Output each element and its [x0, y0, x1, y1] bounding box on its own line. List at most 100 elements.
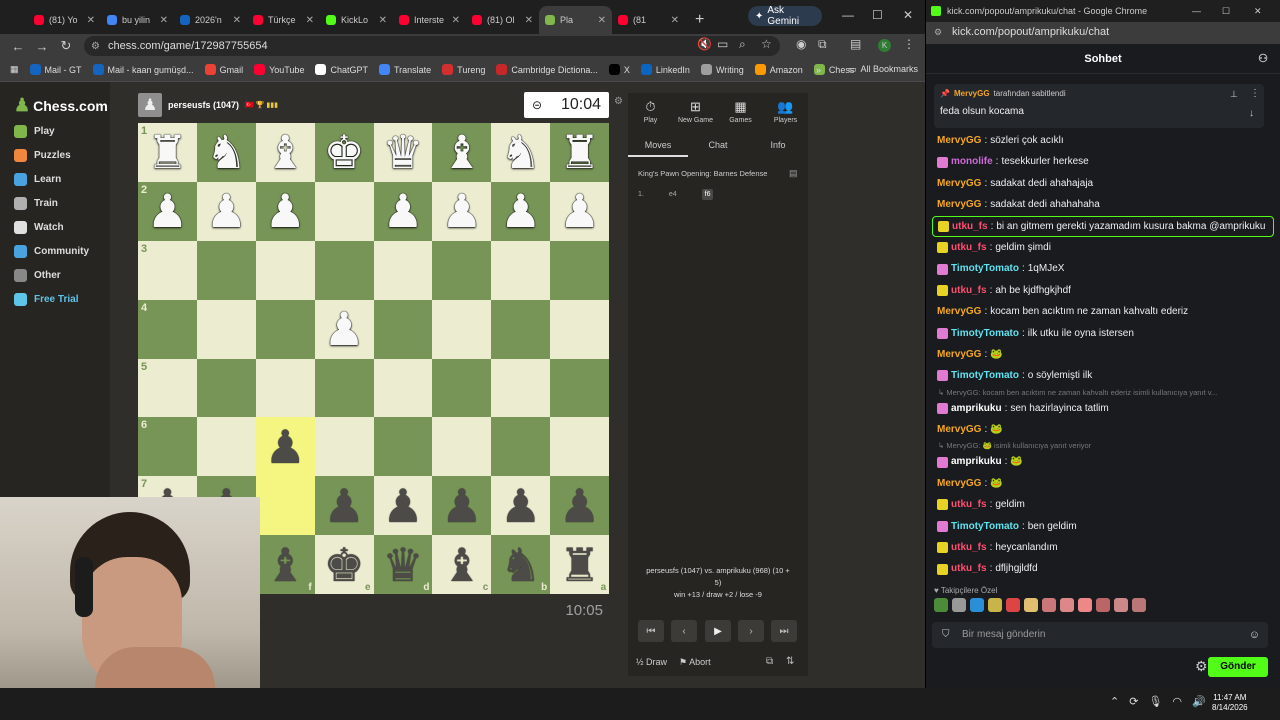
board-square[interactable] [432, 358, 492, 418]
browser-tab[interactable]: (81 ✕ [612, 6, 685, 34]
tab-close-icon[interactable]: ✕ [452, 15, 460, 26]
emote[interactable] [1132, 598, 1146, 612]
board-square[interactable] [196, 417, 256, 477]
abort-button[interactable]: ⚑ Abort [679, 657, 711, 668]
next-move-button[interactable]: › [738, 620, 764, 642]
bookmark[interactable]: ChatGPT [315, 64, 368, 75]
chat-username[interactable]: amprikuku [951, 451, 1002, 472]
chess-logo[interactable]: ♟ Chess.com [14, 95, 108, 116]
first-move-button[interactable]: ⏮ [638, 620, 664, 642]
chess-piece[interactable]: ♞ [500, 129, 541, 175]
tab-close-icon[interactable]: ✕ [671, 15, 679, 26]
sidebar-item-play[interactable]: Play [14, 125, 55, 138]
board-square[interactable]: 3 [138, 240, 197, 300]
board-square[interactable]: ♝ [255, 123, 315, 182]
chess-piece[interactable]: ♟ [265, 424, 306, 470]
board-square[interactable] [314, 417, 374, 477]
chess-piece[interactable]: ♟ [323, 483, 364, 529]
chat-username[interactable]: MervyGG [937, 130, 981, 151]
volume-icon[interactable]: 🔊 [1192, 695, 1206, 708]
board-square[interactable]: ♞ [196, 123, 256, 182]
chess-piece[interactable]: ♜ [147, 129, 188, 175]
board-square[interactable] [491, 299, 551, 359]
zoom-icon[interactable]: ⌕ [739, 37, 746, 52]
emote[interactable] [970, 598, 984, 612]
board-square[interactable]: 5 [138, 358, 197, 418]
bookmark[interactable]: LinkedIn [640, 64, 690, 75]
board-square[interactable]: ♟ [491, 476, 551, 536]
board-square[interactable]: ♟ [373, 181, 433, 241]
unpin-icon[interactable]: ⊥ [1230, 89, 1238, 100]
taskbar-clock[interactable]: 11:47 AM 8/14/2026 [1212, 693, 1248, 713]
board-square[interactable]: a ♜ [550, 535, 610, 595]
tab-close-icon[interactable]: ✕ [306, 15, 314, 26]
chat-username[interactable]: TimotyTomato [951, 323, 1019, 344]
board-square[interactable] [432, 417, 492, 477]
chat-username[interactable]: MervyGG [937, 194, 981, 215]
sync-icon[interactable]: ⟳ [1129, 695, 1138, 708]
chat-username[interactable]: amprikuku [951, 398, 1002, 419]
board-square[interactable]: ♟ [550, 181, 610, 241]
tray-chevron-icon[interactable]: ⌃ [1110, 695, 1119, 708]
board-square[interactable]: ♟ [255, 181, 315, 241]
opponent-name[interactable]: perseusfs (1047) [168, 100, 239, 110]
ask-gemini-button[interactable]: ✦ Ask Gemini [748, 5, 822, 27]
board-square[interactable]: f ♝ [255, 535, 315, 595]
draw-button[interactable]: ½ Draw [636, 657, 667, 667]
cast-icon[interactable]: ▭ [717, 37, 728, 51]
chat-address-bar[interactable]: ⚙ kick.com/popout/amprikuku/chat [926, 22, 1280, 44]
board-square[interactable]: ♟ [255, 417, 315, 477]
tab-chat[interactable]: Chat [688, 140, 748, 150]
last-move-button[interactable]: ⏭ [771, 620, 797, 642]
board-square[interactable]: ♝ [432, 123, 492, 182]
chess-piece[interactable]: ♛ [382, 542, 423, 588]
board-square[interactable]: ♟ [196, 181, 256, 241]
site-info-icon[interactable]: ⚙ [91, 41, 100, 52]
opponent-avatar[interactable]: ♟ [138, 93, 162, 117]
bookmark[interactable]: Writing [700, 64, 744, 75]
board-square[interactable] [255, 476, 315, 536]
board-square[interactable]: 6 [138, 417, 197, 477]
panel-games-button[interactable]: ▦ Games [718, 99, 763, 124]
expand-pinned-icon[interactable]: ↓ [1249, 108, 1254, 119]
sidebar-item-other[interactable]: Other [14, 269, 61, 282]
board-square[interactable]: ♟ [491, 181, 551, 241]
chess-piece[interactable]: ♟ [265, 188, 306, 234]
board-square[interactable] [550, 358, 610, 418]
bookmark[interactable]: X [608, 64, 630, 75]
board-square[interactable]: ♟ [432, 181, 492, 241]
board-square[interactable]: 2 ♟ [138, 181, 197, 241]
tab-close-icon[interactable]: ✕ [160, 15, 168, 26]
board-square[interactable] [432, 299, 492, 359]
tab-close-icon[interactable]: ✕ [87, 15, 95, 26]
move-black[interactable]: f6 [701, 189, 714, 200]
chat-username[interactable]: utku_fs [951, 494, 987, 515]
emote[interactable] [934, 598, 948, 612]
board-square[interactable]: ♟ [550, 476, 610, 536]
chat-username[interactable]: utku_fs [952, 217, 988, 236]
pinned-menu-icon[interactable]: ⋮ [1250, 88, 1260, 99]
browser-tab[interactable]: (81) Yo ✕ [28, 6, 101, 34]
mic-icon[interactable]: 🎙 [1148, 695, 1162, 708]
emote[interactable] [1114, 598, 1128, 612]
emote[interactable] [1024, 598, 1038, 612]
chess-piece[interactable]: ♟ [500, 483, 541, 529]
board-square[interactable]: ♟ [314, 476, 374, 536]
chess-piece[interactable]: ♟ [441, 188, 482, 234]
board-square[interactable] [491, 417, 551, 477]
tab-close-icon[interactable]: ✕ [525, 15, 533, 26]
emote[interactable] [1078, 598, 1092, 612]
board-square[interactable] [196, 240, 256, 300]
board-square[interactable] [491, 240, 551, 300]
tab-close-icon[interactable]: ✕ [233, 15, 241, 26]
board-square[interactable] [196, 299, 256, 359]
users-icon[interactable]: ⚇ [1258, 44, 1268, 74]
chat-username[interactable]: utku_fs [951, 558, 987, 579]
board-square[interactable]: ♟ [432, 476, 492, 536]
board-square[interactable] [373, 417, 433, 477]
board-square[interactable]: c ♝ [432, 535, 492, 595]
chess-piece[interactable]: ♝ [265, 542, 306, 588]
extensions-puzzle-icon[interactable]: ⧉ [818, 37, 827, 52]
chess-piece[interactable]: ♝ [441, 129, 482, 175]
board-square[interactable] [550, 417, 610, 477]
